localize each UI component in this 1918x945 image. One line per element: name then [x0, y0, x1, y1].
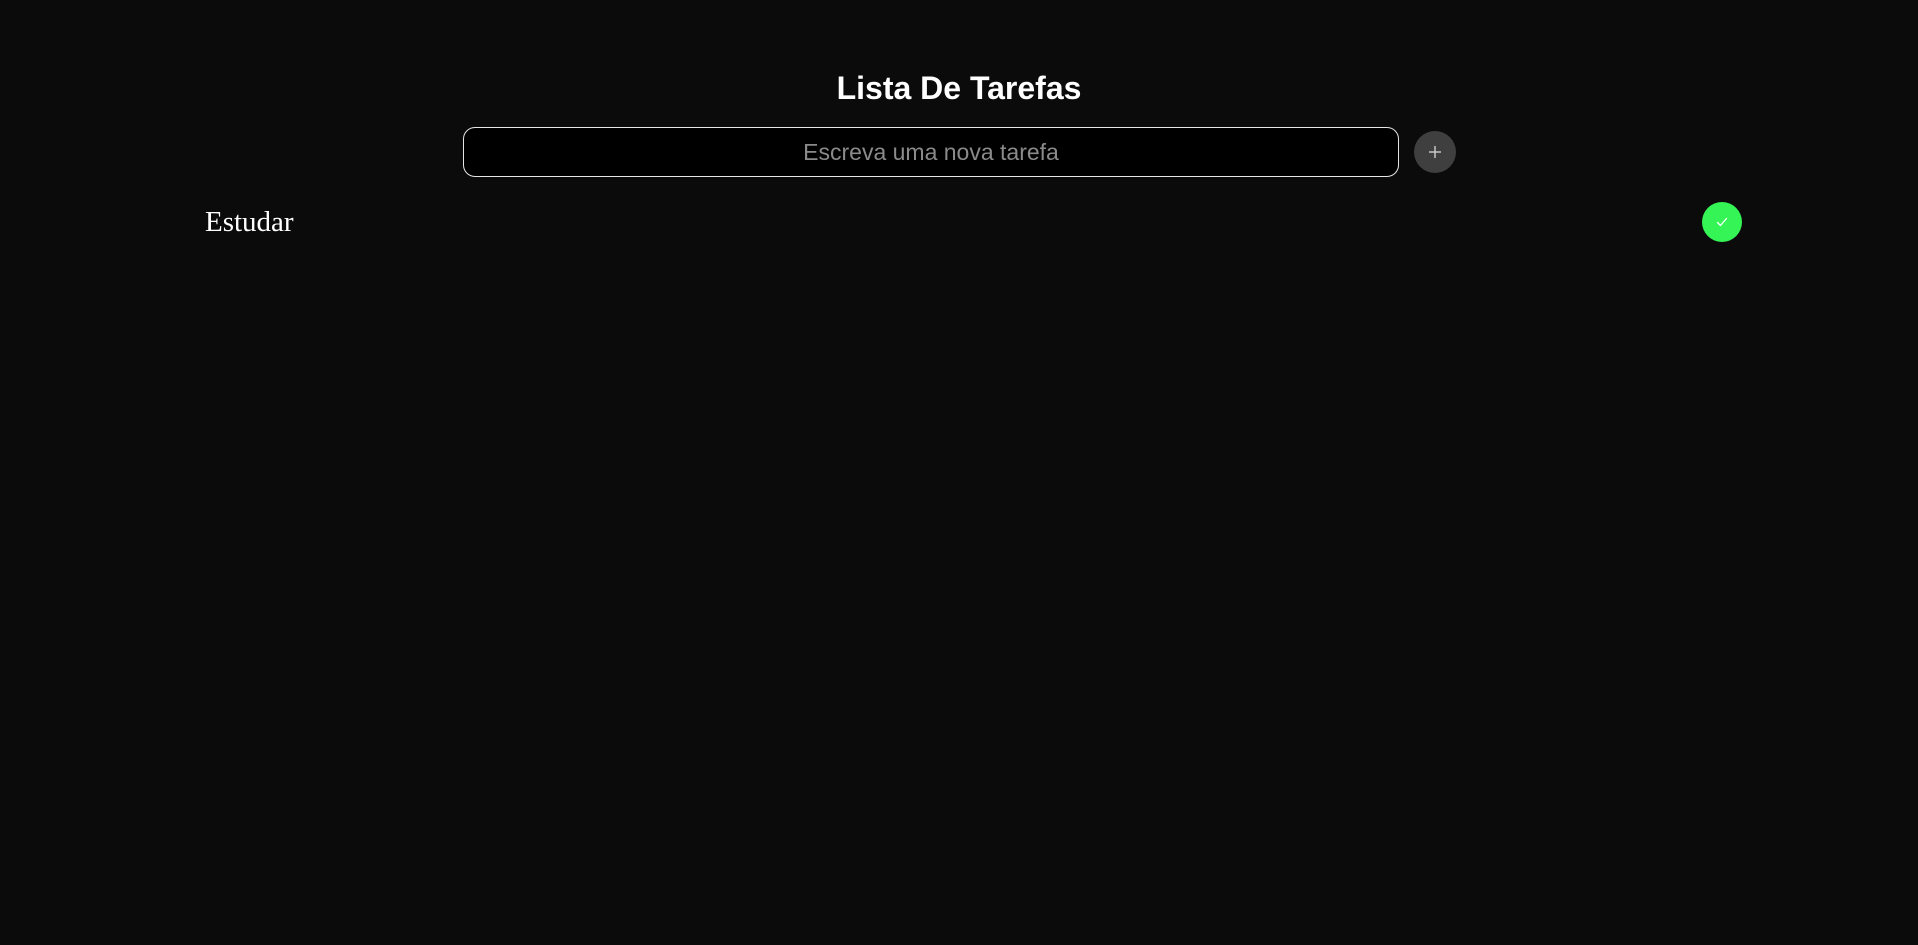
- task-item: Estudar: [205, 200, 1742, 244]
- task-list: Estudar: [205, 200, 1742, 244]
- task-label: Estudar: [205, 206, 294, 238]
- add-task-button[interactable]: [1414, 131, 1456, 173]
- page-title: Lista De Tarefas: [836, 70, 1082, 106]
- new-task-input[interactable]: [463, 127, 1399, 177]
- check-icon: [1716, 217, 1728, 227]
- complete-task-button[interactable]: [1702, 202, 1742, 242]
- todo-app: Lista De Tarefas Estudar: [0, 0, 1918, 945]
- plus-icon: [1429, 146, 1441, 158]
